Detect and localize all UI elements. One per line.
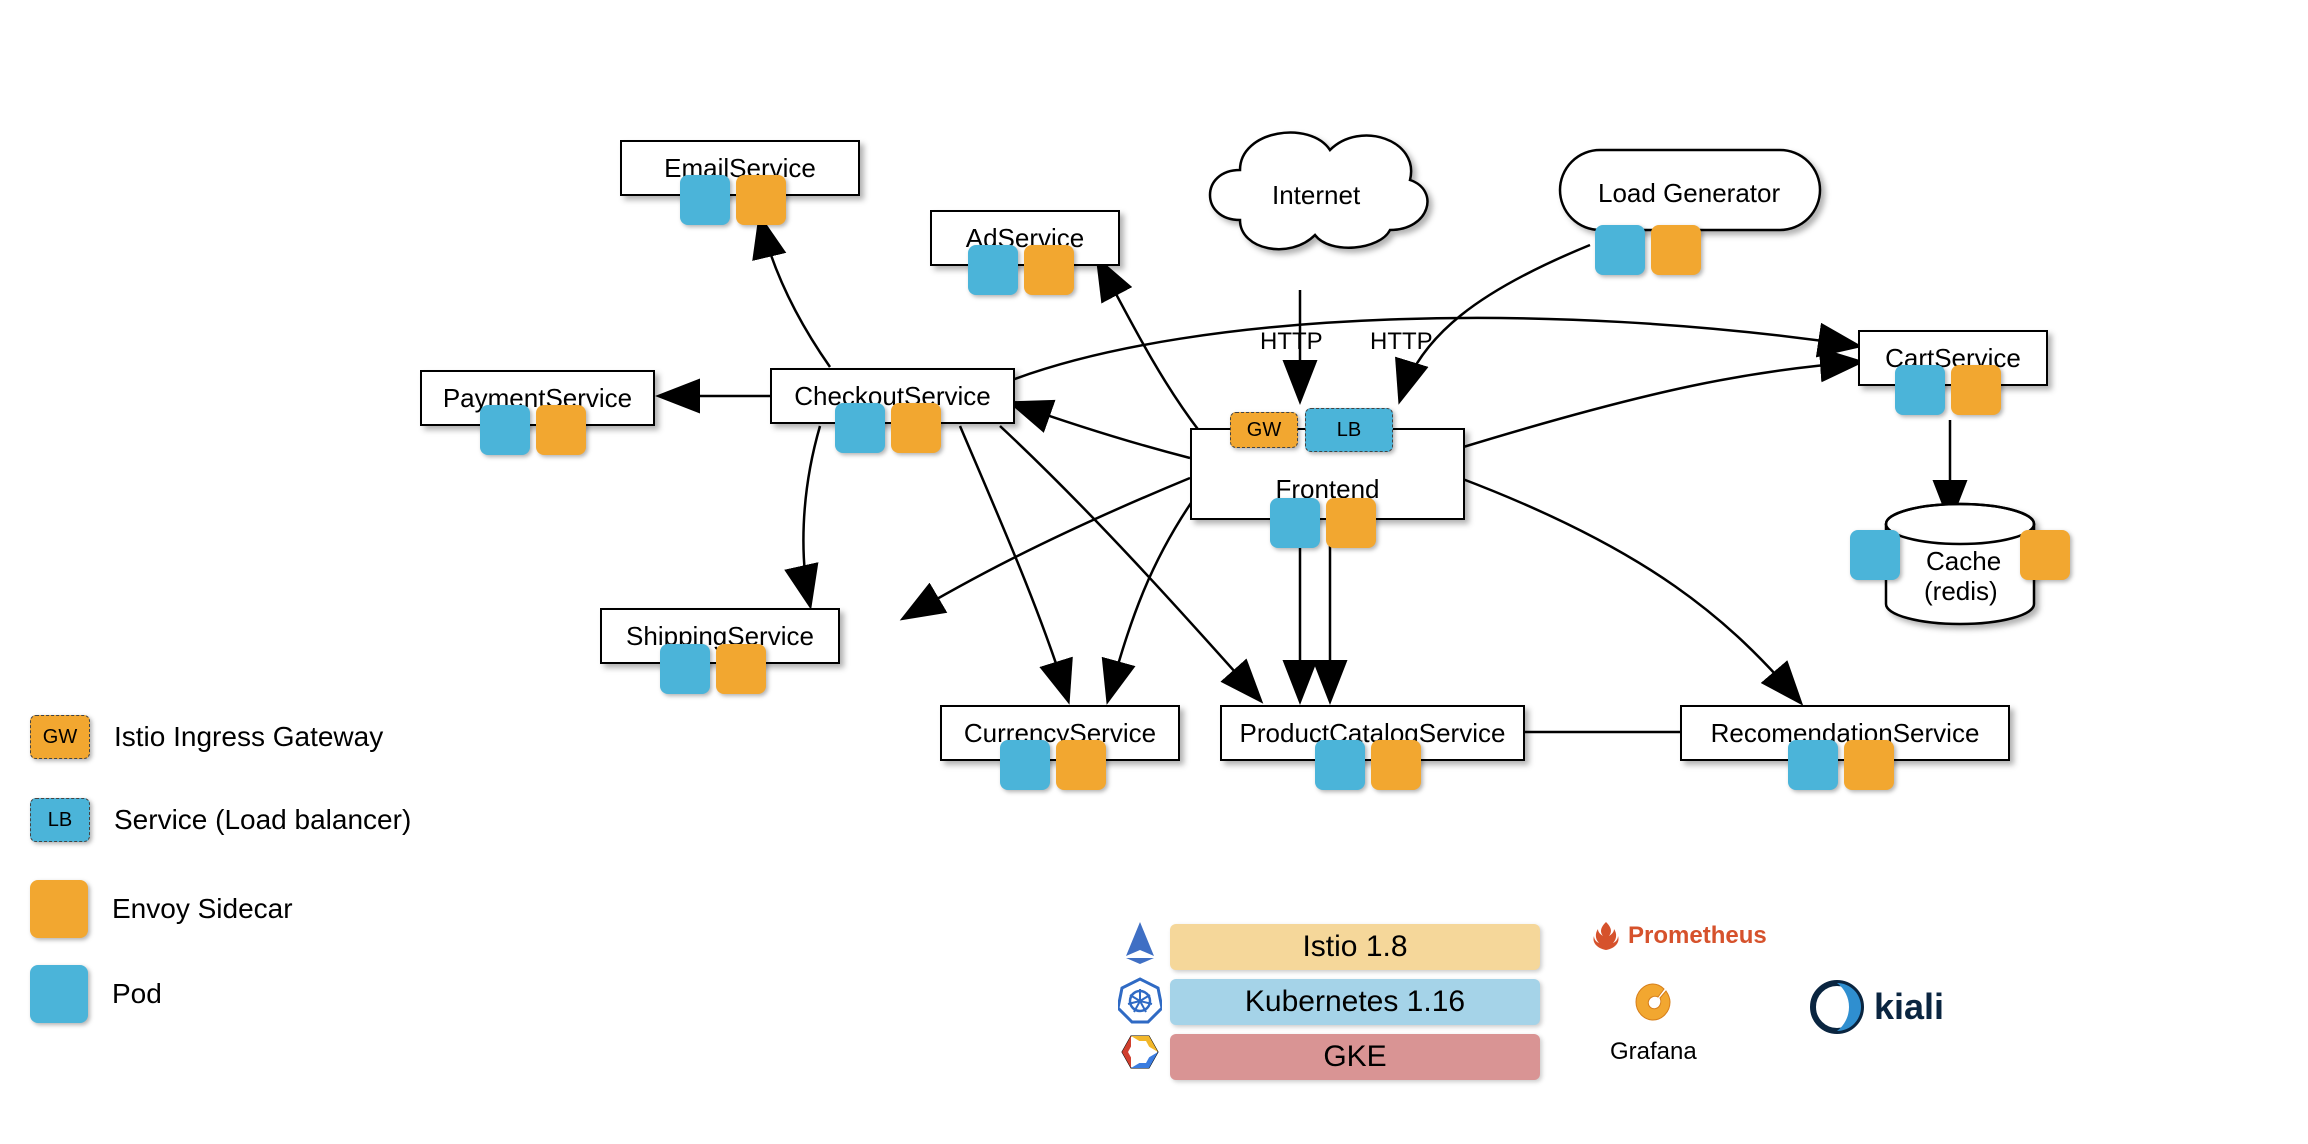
cache-pods [1850, 530, 2070, 580]
envoy-icon [2020, 530, 2070, 580]
gke-icon [1118, 1030, 1162, 1079]
pod-icon [1315, 740, 1365, 790]
frontend-pods [1270, 498, 1376, 548]
gke-pill: GKE [1170, 1034, 1540, 1080]
prometheus-logo: Prometheus [1590, 920, 1767, 952]
envoy-icon [1844, 740, 1894, 790]
cache-label-2: (redis) [1924, 576, 1998, 607]
internet-cloud: Internet [1190, 110, 1440, 275]
kiali-logo: kiali [1810, 980, 1944, 1034]
http-label-2: HTTP [1370, 328, 1433, 356]
legend-envoy-sq [30, 880, 88, 938]
istio-icon [1120, 920, 1160, 971]
productcatalogservice-pods [1315, 740, 1421, 790]
k8s-pill: Kubernetes 1.16 [1170, 979, 1540, 1025]
envoy-icon [891, 403, 941, 453]
adservice-pods [968, 245, 1074, 295]
pod-icon [1000, 740, 1050, 790]
gw-tag: GW [1230, 412, 1298, 448]
istio-pill: Istio 1.8 [1170, 924, 1540, 970]
envoy-icon [1651, 225, 1701, 275]
kiali-text: kiali [1874, 986, 1944, 1028]
envoy-icon [536, 405, 586, 455]
recommendationservice-pods [1788, 740, 1894, 790]
envoy-icon [736, 175, 786, 225]
envoy-icon [1056, 740, 1106, 790]
legend-envoy-text: Envoy Sidecar [112, 893, 293, 925]
legend-pod-text: Pod [112, 978, 162, 1010]
http-label-1: HTTP [1260, 328, 1323, 356]
legend-lb: LB Service (Load balancer) [30, 798, 411, 842]
envoy-icon [1951, 365, 2001, 415]
currencyservice-pods [1000, 740, 1106, 790]
pod-icon [968, 245, 1018, 295]
envoy-icon [1326, 498, 1376, 548]
envoy-icon [1024, 245, 1074, 295]
pod-icon [1595, 225, 1645, 275]
legend-gw: GW Istio Ingress Gateway [30, 715, 383, 759]
pod-icon [1850, 530, 1900, 580]
envoy-icon [716, 644, 766, 694]
legend-gw-text: Istio Ingress Gateway [114, 721, 383, 753]
cartservice-pods [1895, 365, 2001, 415]
loadgen-pods [1595, 225, 1701, 275]
emailservice-pods [680, 175, 786, 225]
pod-icon [1895, 365, 1945, 415]
pod-icon [480, 405, 530, 455]
checkoutservice-pods [835, 403, 941, 453]
internet-label: Internet [1272, 180, 1360, 211]
legend-lb-tag: LB [30, 798, 90, 842]
pod-icon [660, 644, 710, 694]
k8s-icon [1118, 976, 1162, 1029]
grafana-text: Grafana [1610, 1038, 1697, 1066]
grafana-logo: Grafana [1610, 980, 1697, 1066]
legend-pod-sq [30, 965, 88, 1023]
prometheus-text: Prometheus [1628, 922, 1767, 950]
legend-pod: Pod [30, 965, 162, 1023]
lb-tag: LB [1305, 408, 1393, 452]
loadgen-label: Load Generator [1598, 178, 1780, 209]
paymentservice-pods [480, 405, 586, 455]
shippingservice-pods [660, 644, 766, 694]
legend-lb-text: Service (Load balancer) [114, 804, 411, 836]
legend-gw-tag: GW [30, 715, 90, 759]
envoy-icon [1371, 740, 1421, 790]
pod-icon [680, 175, 730, 225]
legend-envoy: Envoy Sidecar [30, 880, 293, 938]
pod-icon [1788, 740, 1838, 790]
pod-icon [1270, 498, 1320, 548]
pod-icon [835, 403, 885, 453]
